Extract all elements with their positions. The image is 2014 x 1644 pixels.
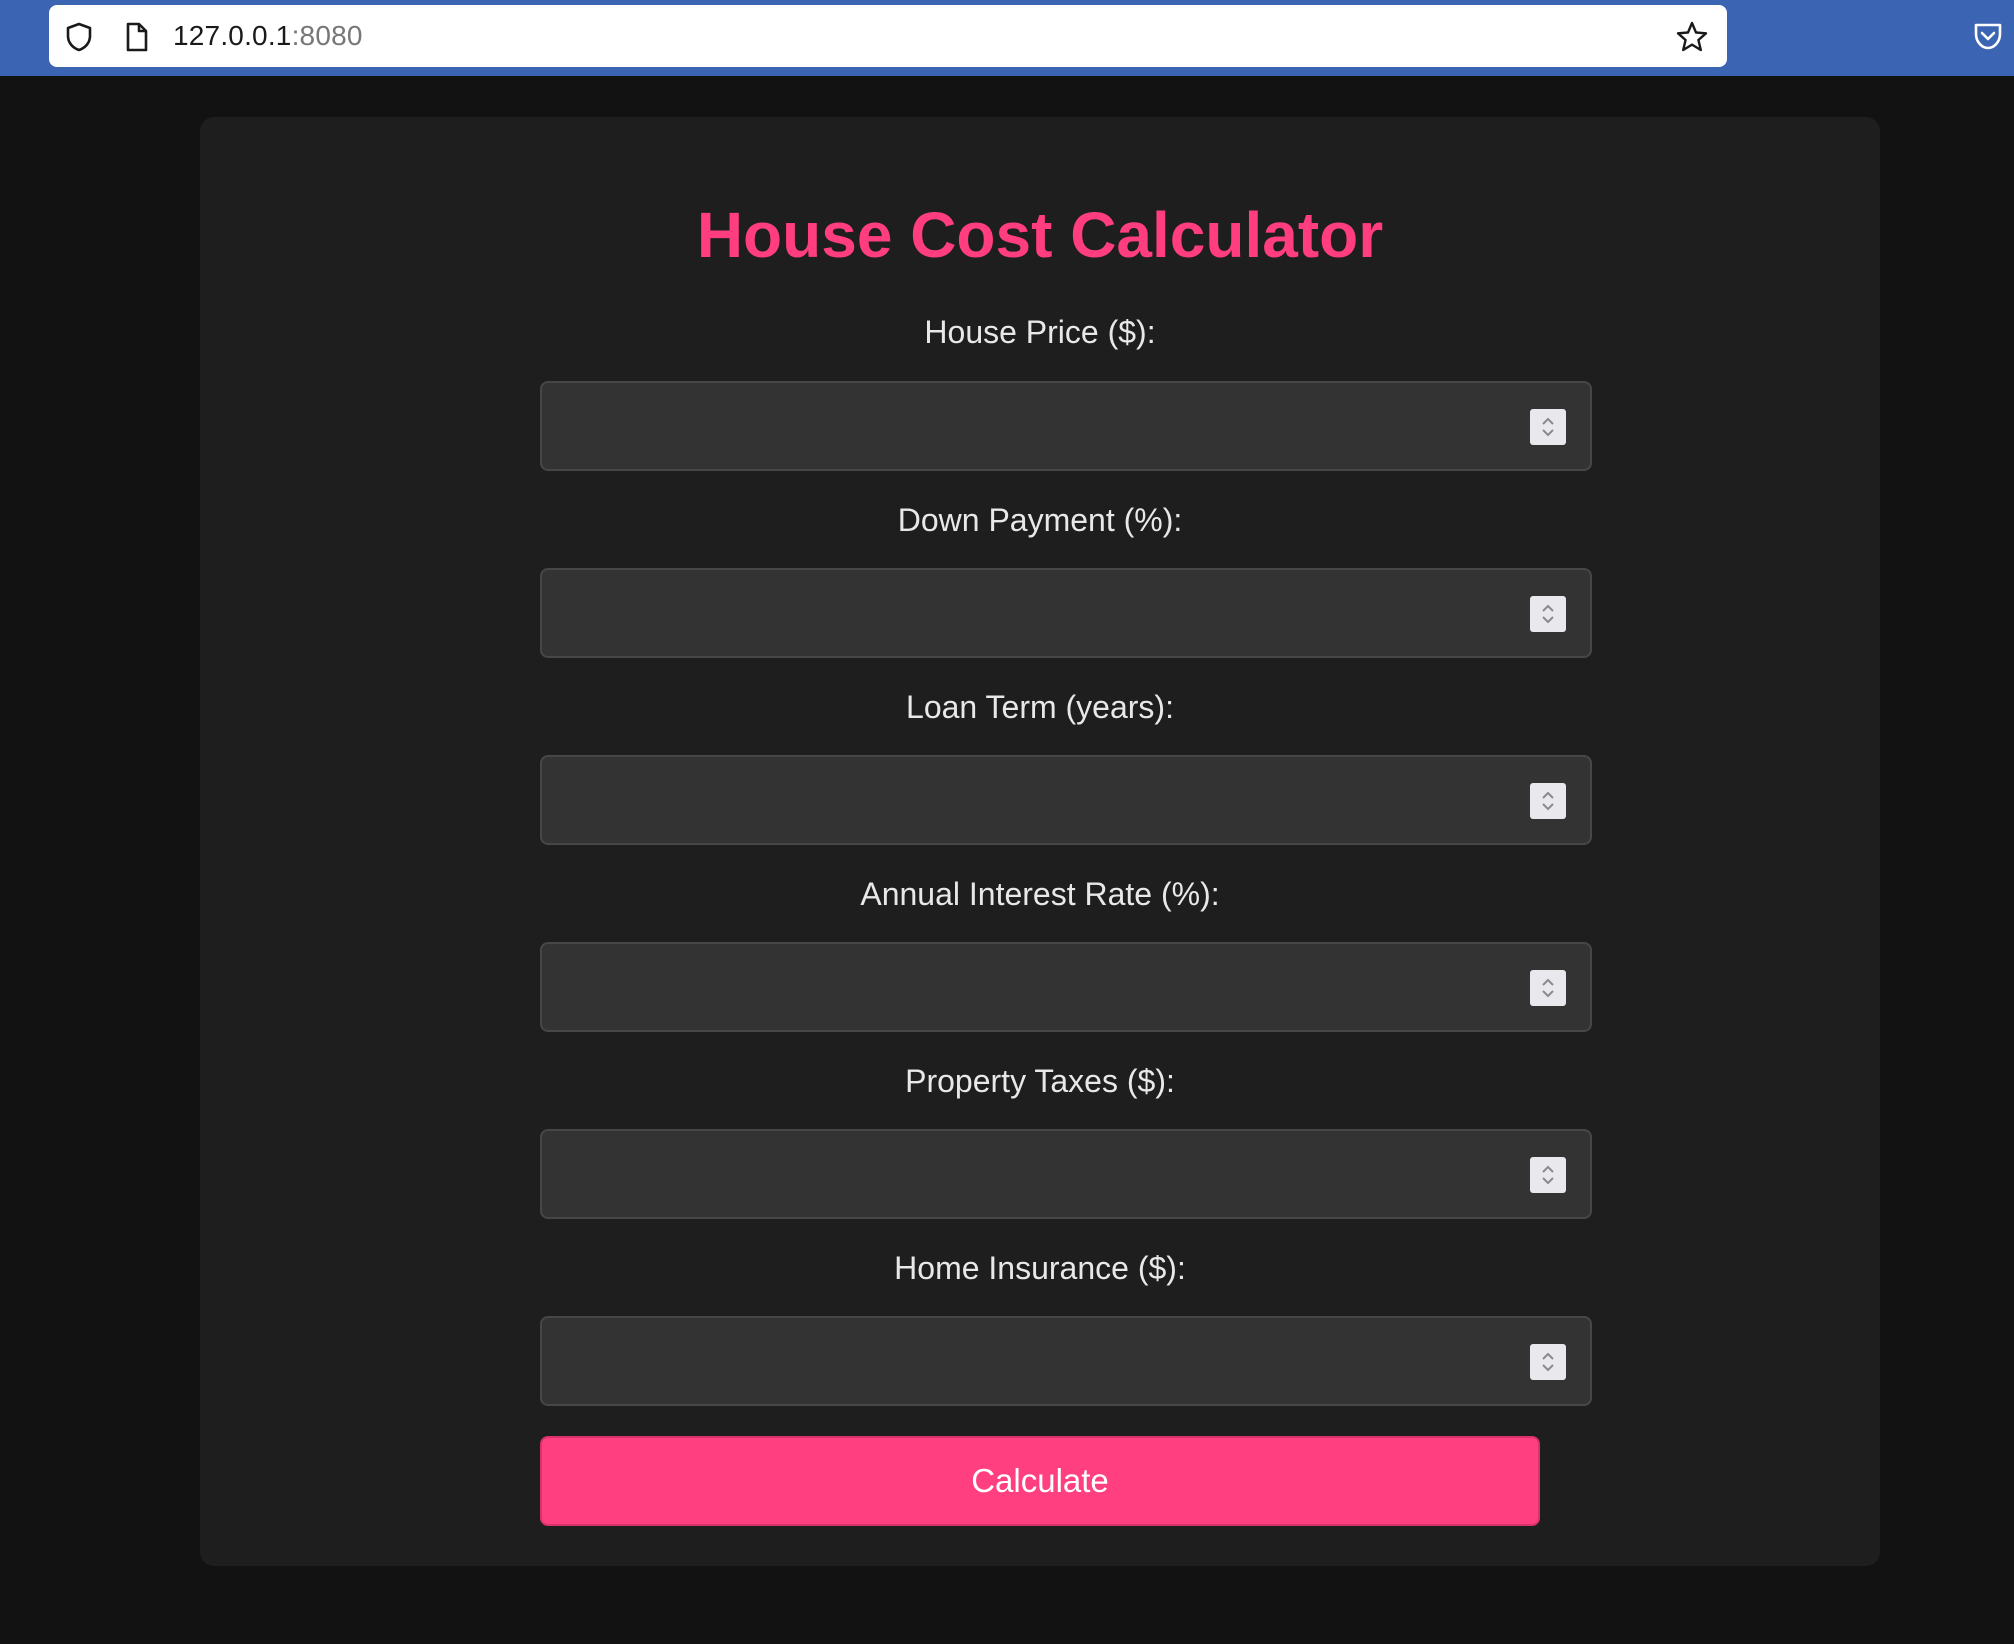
interest-rate-input[interactable] (540, 942, 1592, 1032)
loan-term-input[interactable] (540, 755, 1592, 845)
url-port: :8080 (291, 20, 363, 51)
url-text[interactable]: 127.0.0.1:8080 (173, 5, 363, 67)
down-payment-input[interactable] (540, 568, 1592, 658)
address-bar[interactable]: 127.0.0.1:8080 (49, 5, 1727, 67)
spinner-arrows-icon (1542, 1165, 1554, 1185)
home-insurance-spinner[interactable] (1530, 1344, 1566, 1380)
property-taxes-label: Property Taxes ($): (905, 1063, 1175, 1099)
home-insurance-label: Home Insurance ($): (894, 1250, 1186, 1286)
interest-rate-label: Annual Interest Rate (%): (860, 876, 1220, 912)
loan-term-spinner[interactable] (1530, 783, 1566, 819)
spinner-arrows-icon (1542, 1352, 1554, 1372)
house-price-spinner[interactable] (1530, 409, 1566, 445)
house-price-input[interactable] (540, 381, 1592, 471)
pocket-icon[interactable] (1972, 20, 2004, 52)
down-payment-spinner[interactable] (1530, 596, 1566, 632)
property-taxes-input[interactable] (540, 1129, 1592, 1219)
spinner-arrows-icon (1542, 978, 1554, 998)
interest-rate-spinner[interactable] (1530, 970, 1566, 1006)
loan-term-label: Loan Term (years): (906, 689, 1174, 725)
spinner-arrows-icon (1542, 791, 1554, 811)
url-host: 127.0.0.1 (173, 20, 292, 51)
house-price-label: House Price ($): (924, 314, 1156, 350)
spinner-arrows-icon (1542, 417, 1554, 437)
down-payment-label: Down Payment (%): (897, 502, 1183, 538)
calculate-button[interactable]: Calculate (540, 1436, 1540, 1526)
browser-toolbar: 127.0.0.1:8080 (0, 0, 2014, 76)
star-icon[interactable] (1675, 20, 1709, 54)
spinner-arrows-icon (1542, 604, 1554, 624)
property-taxes-spinner[interactable] (1530, 1157, 1566, 1193)
shield-icon[interactable] (65, 22, 93, 52)
page-title: House Cost Calculator (696, 199, 1384, 271)
page-icon (123, 22, 151, 52)
home-insurance-input[interactable] (540, 1316, 1592, 1406)
